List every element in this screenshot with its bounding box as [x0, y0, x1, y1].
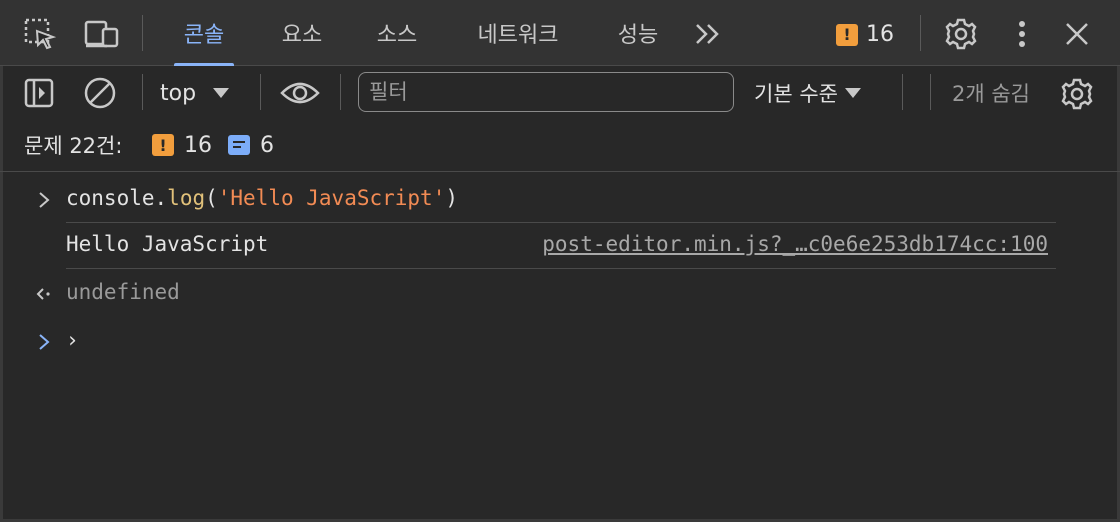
- console-settings-gear-icon[interactable]: [1058, 75, 1096, 113]
- filter-input[interactable]: [358, 72, 734, 112]
- issues-label: 문제 22건:: [24, 120, 122, 170]
- log-level-value: 기본 수준: [754, 82, 838, 106]
- toolbar-separator: [142, 74, 143, 110]
- console-result: undefined: [0, 272, 1120, 314]
- double-chevron-right-icon[interactable]: [690, 18, 726, 50]
- kebab-icon[interactable]: [1010, 15, 1034, 53]
- console-command-entry: console.log('Hello JavaScript'): [0, 180, 1120, 220]
- chevron-right-icon[interactable]: [32, 190, 56, 210]
- issues-counts[interactable]: ! 16 6: [152, 120, 274, 170]
- devtools-tabbar: 콘솔 요소 소스 네트워크 성능 ! 16: [0, 0, 1120, 66]
- log-message-text: Hello JavaScript: [66, 232, 269, 256]
- result-value: undefined: [66, 280, 180, 304]
- device-toolbar-icon[interactable]: [82, 16, 122, 52]
- code-paren: ): [445, 186, 458, 210]
- caret-down-icon: [844, 88, 861, 98]
- toolbar-separator: [340, 74, 341, 110]
- tab-sources[interactable]: 소스: [357, 0, 437, 66]
- tab-label: 콘솔: [183, 23, 225, 48]
- hidden-count-text: 2개 숨김: [952, 82, 1030, 106]
- message-divider: [66, 222, 1056, 223]
- message-divider: [66, 268, 1056, 269]
- toolbar-separator: [930, 74, 931, 110]
- context-select[interactable]: top: [160, 66, 230, 120]
- command-text: console.log('Hello JavaScript'): [66, 186, 458, 210]
- tab-network[interactable]: 네트워크: [460, 0, 576, 66]
- tab-performance[interactable]: 성능: [598, 0, 678, 66]
- info-message-icon: [228, 135, 250, 155]
- console-prompt[interactable]: ›: [0, 322, 1120, 362]
- code-method: log: [167, 186, 206, 210]
- tab-label: 소스: [376, 23, 418, 48]
- toolbar-separator: [260, 74, 261, 110]
- code-identifier: console: [66, 186, 155, 210]
- info-count: 6: [260, 132, 274, 158]
- tab-console[interactable]: 콘솔: [164, 0, 244, 66]
- code-dot: .: [154, 186, 168, 210]
- hidden-messages-count: 2개 숨김: [952, 66, 1030, 120]
- toolbar-separator: [142, 15, 143, 51]
- close-icon[interactable]: [1060, 16, 1094, 52]
- issues-badge[interactable]: ! 16: [836, 22, 894, 47]
- return-arrow-icon: [32, 284, 56, 304]
- issues-count: 16: [866, 22, 894, 47]
- gear-icon[interactable]: [942, 15, 980, 53]
- code-paren: (: [205, 186, 218, 210]
- toolbar-separator: [920, 15, 921, 51]
- warning-icon: !: [836, 23, 858, 46]
- element-picker-icon[interactable]: [22, 16, 58, 52]
- tab-label: 성능: [617, 23, 659, 48]
- eye-icon[interactable]: [278, 76, 322, 110]
- context-value: top: [160, 80, 197, 106]
- warning-count: 16: [184, 132, 212, 158]
- warning-icon: !: [152, 134, 174, 156]
- console-log-message: Hello JavaScript post-editor.min.js?_…c0…: [0, 226, 1120, 268]
- source-link[interactable]: post-editor.min.js?_…c0e6e253db174cc:100: [542, 232, 1048, 256]
- tab-label: 네트워크: [477, 23, 559, 48]
- sidebar-toggle-icon[interactable]: [22, 76, 56, 110]
- tab-label: 요소: [281, 23, 323, 48]
- prompt-input[interactable]: ›: [66, 328, 79, 352]
- prompt-chevron-icon: [32, 332, 56, 352]
- issues-label-text: 문제 22건:: [24, 134, 123, 158]
- log-level-select[interactable]: 기본 수준: [754, 66, 862, 120]
- tab-elements[interactable]: 요소: [262, 0, 342, 66]
- toolbar-separator: [902, 74, 903, 110]
- clear-console-icon[interactable]: [82, 76, 118, 110]
- caret-down-icon: [213, 88, 230, 98]
- code-string: 'Hello JavaScript': [217, 186, 446, 210]
